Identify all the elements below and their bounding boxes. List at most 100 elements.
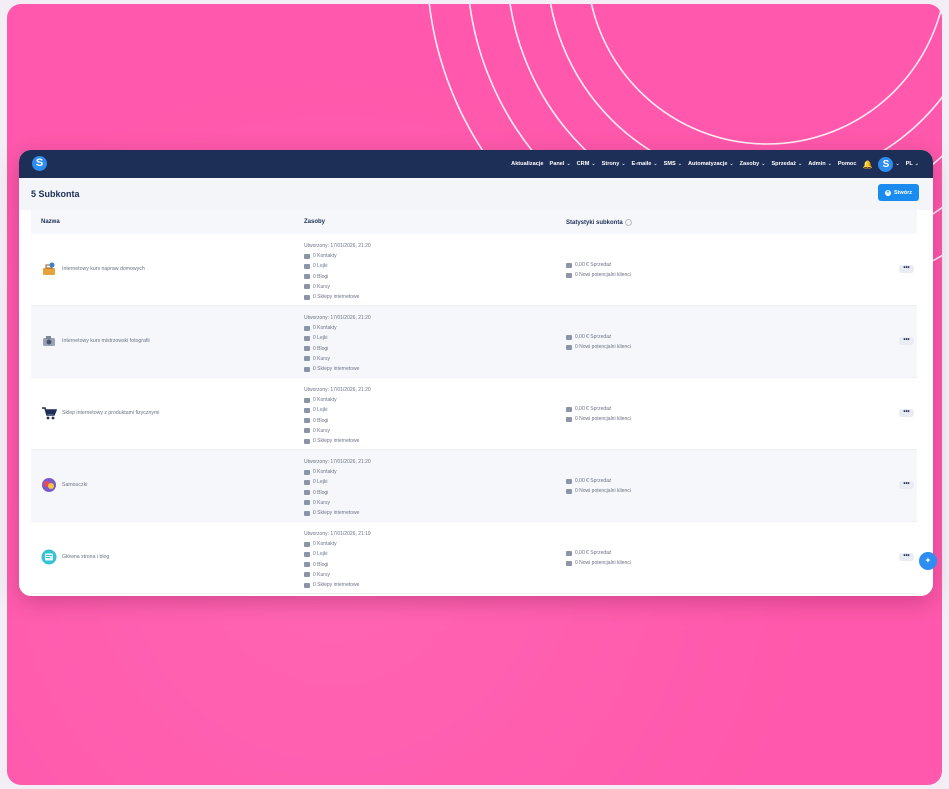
- avatar: S: [878, 156, 894, 172]
- money-icon: [566, 406, 572, 412]
- subaccount-stats: 0,00 € Sprzedaż 0 Nowi potencjalni klien…: [566, 404, 631, 424]
- funnel-icon: [304, 552, 310, 557]
- blog-icon: [304, 562, 310, 568]
- subaccount-name[interactable]: Internetowy kurs napraw domowych: [62, 266, 145, 272]
- blog-icon: [304, 490, 310, 496]
- contacts-icon: [304, 541, 310, 547]
- blog-icon: [304, 274, 310, 280]
- resources-list: Utworzony: 17/01/2026, 21:20 0 Kontakty …: [304, 243, 371, 301]
- created-date: Utworzony: 17/01/2026, 21:20: [304, 459, 371, 465]
- created-date: Utworzony: 17/01/2026, 21:20: [304, 387, 371, 393]
- nav-item-e-maile[interactable]: E-maile ⌄: [632, 161, 658, 167]
- nav-item-sprzedaz[interactable]: Sprzedaż ⌄: [771, 161, 802, 167]
- more-actions-button[interactable]: •••: [899, 481, 914, 489]
- money-icon: [566, 262, 572, 268]
- course-icon: [304, 428, 310, 434]
- language-selector[interactable]: PL ⌄: [906, 161, 919, 167]
- table-row: Sklep internetowy z produktami fizycznym…: [31, 378, 917, 450]
- chevron-down-icon: ⌄: [914, 161, 919, 167]
- funnel-icon: [566, 416, 572, 422]
- contacts-icon: [304, 469, 310, 475]
- help-chat-button[interactable]: ✦: [919, 552, 937, 570]
- money-icon: [566, 334, 572, 340]
- subaccount-name[interactable]: Internetowy kurs mistrzowski fotografii: [62, 338, 150, 344]
- chevron-down-icon: ⌄: [761, 161, 766, 167]
- chevron-down-icon: ⌄: [653, 161, 658, 167]
- chevron-down-icon: ⌄: [827, 161, 832, 167]
- chevron-down-icon: ⌄: [729, 161, 734, 167]
- table-row: Główna strona i blog Utworzony: 17/01/20…: [31, 522, 917, 594]
- tutorial-icon: [42, 478, 56, 492]
- nav-item-admin[interactable]: Admin ⌄: [808, 161, 832, 167]
- chevron-down-icon: ⌄: [566, 161, 571, 167]
- contacts-icon: [304, 325, 310, 331]
- table-row: Internetowy kurs napraw domowych Utworzo…: [31, 234, 917, 306]
- subaccounts-table: Nazwa Zasoby Statystyki subkonta Interne…: [31, 210, 917, 594]
- contacts-icon: [304, 397, 310, 403]
- course-icon: [304, 500, 310, 506]
- funnel-icon: [304, 408, 310, 413]
- funnel-icon: [304, 480, 310, 485]
- page-title: 5 Subkonta: [31, 189, 80, 199]
- nav-item-panel[interactable]: Panel ⌄: [550, 161, 571, 167]
- contacts-icon: [304, 253, 310, 259]
- subaccount-name[interactable]: Sklep internetowy z produktami fizycznym…: [62, 410, 159, 416]
- nav-item-sms[interactable]: SMS ⌄: [664, 161, 682, 167]
- more-actions-button[interactable]: •••: [899, 409, 914, 417]
- nav-item-crm[interactable]: CRM ⌄: [577, 161, 596, 167]
- nav-item-zasoby[interactable]: Zasoby ⌄: [740, 161, 766, 167]
- store-icon: [304, 366, 310, 372]
- systeme-logo[interactable]: S: [32, 156, 47, 171]
- created-date: Utworzony: 17/01/2026, 21:20: [304, 315, 371, 321]
- nav-item-aktualizacje[interactable]: Aktualizacje: [511, 161, 543, 167]
- resources-list: Utworzony: 17/01/2026, 21:20 0 Kontakty …: [304, 315, 371, 373]
- user-menu[interactable]: S ⌄: [878, 156, 900, 172]
- subaccount-stats: 0,00 € Sprzedaż 0 Nowi potencjalni klien…: [566, 332, 631, 352]
- column-header-resources: Zasoby: [304, 219, 326, 225]
- subaccount-stats: 0,00 € Sprzedaż 0 Nowi potencjalni klien…: [566, 476, 631, 496]
- chevron-down-icon: ⌄: [798, 161, 803, 167]
- page-header: 5 Subkonta + Stwórz: [19, 178, 933, 210]
- nav-item-strony[interactable]: Strony ⌄: [602, 161, 626, 167]
- top-navigation-bar: S Aktualizacje Panel ⌄ CRM ⌄ Strony ⌄ E-mai…: [19, 150, 933, 178]
- funnel-icon: [566, 272, 572, 278]
- table-header: Nazwa Zasoby Statystyki subkonta: [31, 210, 917, 234]
- chevron-down-icon: ⌄: [591, 161, 596, 167]
- main-nav: Aktualizacje Panel ⌄ CRM ⌄ Strony ⌄ E-maile…: [511, 150, 919, 178]
- create-subaccount-button[interactable]: + Stwórz: [878, 184, 919, 201]
- store-icon: [304, 510, 310, 516]
- nav-item-pomoc[interactable]: Pomoc: [838, 161, 857, 167]
- created-date: Utworzony: 17/01/2026, 21:20: [304, 243, 371, 249]
- subaccount-stats: 0,00 € Sprzedaż 0 Nowi potencjalni klien…: [566, 260, 631, 280]
- store-icon: [304, 438, 310, 444]
- chevron-down-icon: ⌄: [677, 161, 682, 167]
- subaccount-name[interactable]: Główna strona i blog: [62, 554, 109, 560]
- funnel-icon: [304, 264, 310, 269]
- more-actions-button[interactable]: •••: [899, 337, 914, 345]
- chevron-down-icon: ⌄: [621, 161, 626, 167]
- course-icon: [304, 356, 310, 362]
- blog-icon: [41, 549, 57, 565]
- funnel-icon: [566, 560, 572, 566]
- shopping-cart-icon: [42, 407, 57, 420]
- more-actions-button[interactable]: •••: [899, 265, 914, 273]
- table-row: Samouczki Utworzony: 17/01/2026, 21:20 0…: [31, 450, 917, 522]
- subaccount-stats: 0,00 € Sprzedaż 0 Nowi potencjalni klien…: [566, 548, 631, 568]
- table-row: Internetowy kurs mistrzowski fotografii …: [31, 306, 917, 378]
- nav-item-automatyzacje[interactable]: Automatyzacje ⌄: [688, 161, 734, 167]
- money-icon: [566, 478, 572, 484]
- subaccount-name[interactable]: Samouczki: [62, 482, 87, 488]
- chevron-down-icon: ⌄: [895, 161, 900, 167]
- info-icon[interactable]: [624, 219, 632, 226]
- app-window: S Aktualizacje Panel ⌄ CRM ⌄ Strony ⌄ E-mai…: [19, 150, 933, 596]
- funnel-icon: [566, 488, 572, 494]
- course-icon: [304, 284, 310, 290]
- resources-list: Utworzony: 17/01/2026, 21:19 0 Kontakty …: [304, 531, 371, 589]
- store-icon: [304, 582, 310, 588]
- funnel-icon: [566, 344, 572, 350]
- plus-icon: +: [884, 189, 891, 196]
- more-actions-button[interactable]: •••: [899, 553, 914, 561]
- toolbox-icon: [43, 262, 55, 275]
- money-icon: [566, 550, 572, 556]
- bell-icon[interactable]: 🔔: [862, 160, 872, 169]
